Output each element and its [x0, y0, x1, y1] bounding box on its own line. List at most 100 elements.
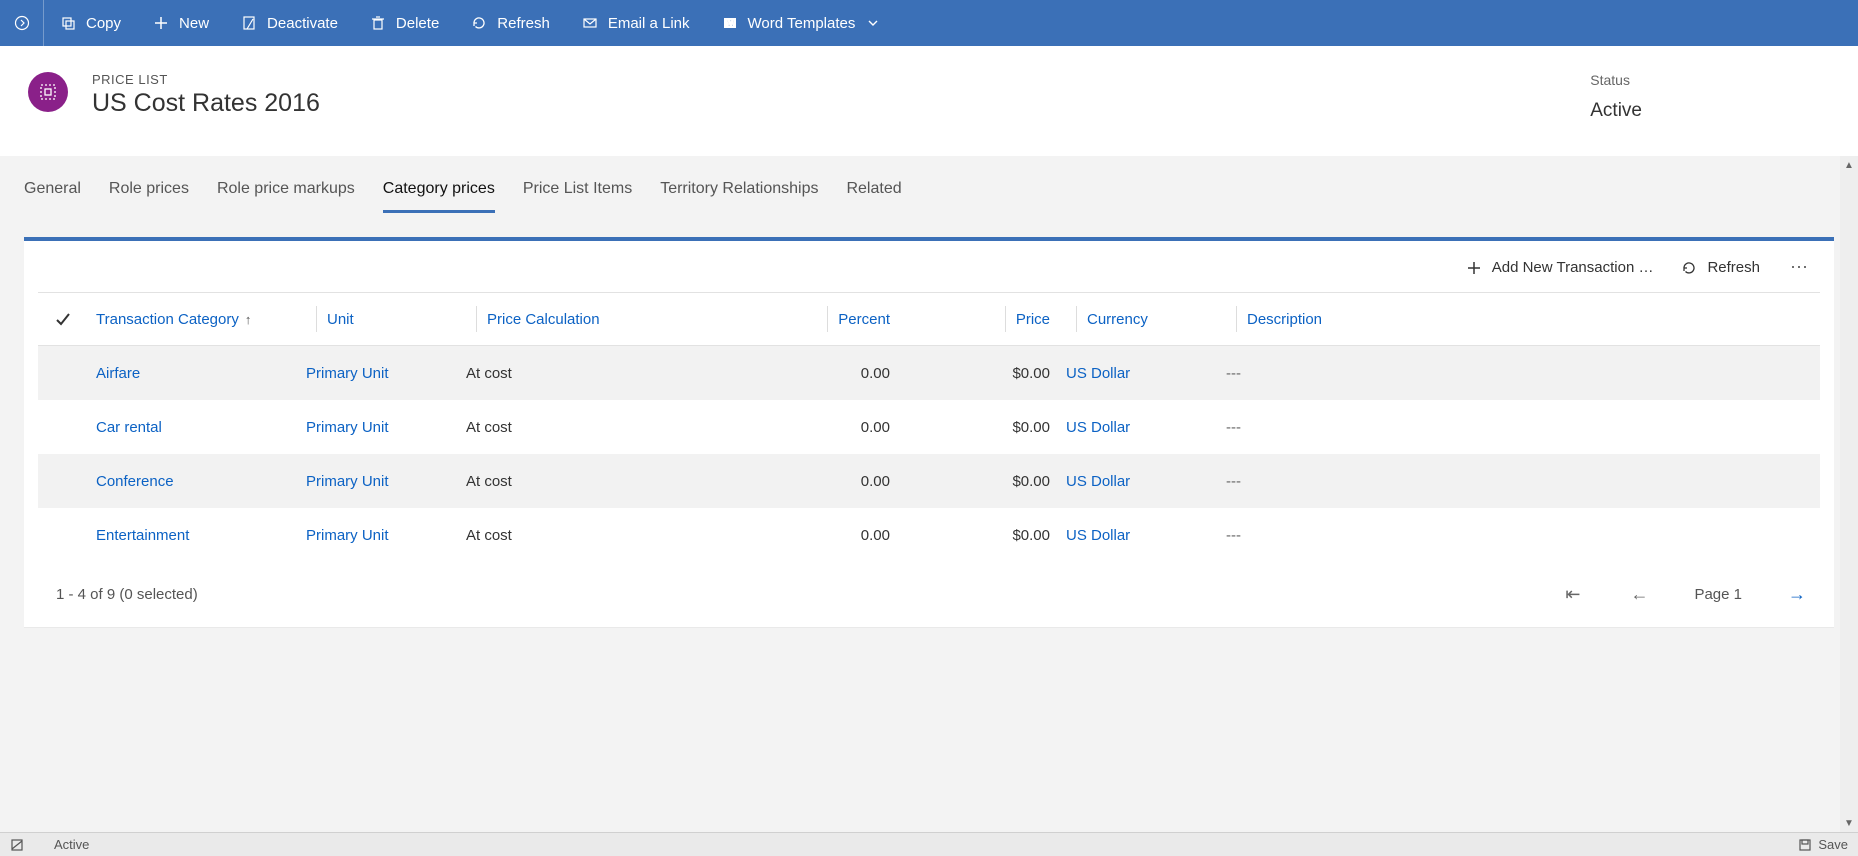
- table-row[interactable]: Airfare Primary Unit At cost 0.00 $0.00 …: [38, 346, 1820, 400]
- sort-ascending-icon: ↑: [245, 312, 252, 327]
- unit-link[interactable]: Primary Unit: [306, 365, 389, 382]
- add-new-transaction-label: Add New Transaction …: [1492, 259, 1654, 276]
- email-link-button[interactable]: Email a Link: [566, 0, 706, 46]
- currency-link[interactable]: US Dollar: [1066, 527, 1130, 544]
- content-area: ▲ ▼ General Role prices Role price marku…: [0, 156, 1858, 832]
- transaction-category-link[interactable]: Airfare: [96, 365, 140, 382]
- pager-prev-button[interactable]: ←: [1626, 584, 1652, 605]
- refresh-label: Refresh: [497, 15, 550, 32]
- deactivate-icon: [241, 15, 257, 31]
- delete-button[interactable]: Delete: [354, 0, 455, 46]
- status-bar-left: Active: [10, 837, 89, 852]
- add-new-transaction-button[interactable]: Add New Transaction …: [1466, 259, 1654, 276]
- grid-toolbar: Add New Transaction … Refresh ⋯: [38, 241, 1820, 292]
- tab-territory-relationships[interactable]: Territory Relationships: [660, 174, 818, 213]
- price-calculation-value: At cost: [466, 527, 512, 544]
- grid-refresh-button[interactable]: Refresh: [1681, 259, 1760, 276]
- column-percent[interactable]: Percent: [738, 306, 898, 332]
- save-button[interactable]: Save: [1798, 837, 1848, 852]
- currency-link[interactable]: US Dollar: [1066, 365, 1130, 382]
- unit-link[interactable]: Primary Unit: [306, 527, 389, 544]
- refresh-button[interactable]: Refresh: [455, 0, 566, 46]
- column-price-calculation[interactable]: Price Calculation: [458, 306, 738, 332]
- currency-link[interactable]: US Dollar: [1066, 473, 1130, 490]
- grid-header-row: Transaction Category ↑ Unit Price Calcul…: [38, 292, 1820, 346]
- status-field-value: Active: [1590, 100, 1642, 122]
- chevron-down-icon: [865, 15, 881, 31]
- tab-role-prices[interactable]: Role prices: [109, 174, 189, 213]
- description-value: ---: [1226, 365, 1241, 382]
- pager-next-button[interactable]: →: [1784, 584, 1810, 605]
- status-bar-status-text: Active: [54, 837, 89, 852]
- description-value: ---: [1226, 527, 1241, 544]
- column-unit[interactable]: Unit: [298, 306, 458, 332]
- price-list-entity-icon: [28, 72, 68, 112]
- column-description[interactable]: Description: [1218, 306, 1820, 332]
- table-row[interactable]: Conference Primary Unit At cost 0.00 $0.…: [38, 454, 1820, 508]
- pager-page-label: Page 1: [1694, 586, 1742, 603]
- price-calculation-value: At cost: [466, 365, 512, 382]
- column-price[interactable]: Price: [898, 306, 1058, 332]
- description-value: ---: [1226, 419, 1241, 436]
- word-templates-label: Word Templates: [748, 15, 856, 32]
- percent-value: 0.00: [861, 527, 890, 544]
- table-row[interactable]: Entertainment Primary Unit At cost 0.00 …: [38, 508, 1820, 562]
- edit-status-icon[interactable]: [10, 838, 24, 852]
- currency-link[interactable]: US Dollar: [1066, 419, 1130, 436]
- tab-related[interactable]: Related: [846, 174, 901, 213]
- grid-more-commands-button[interactable]: ⋯: [1788, 257, 1812, 278]
- vertical-scrollbar[interactable]: ▲ ▼: [1840, 156, 1858, 832]
- grid-body: Airfare Primary Unit At cost 0.00 $0.00 …: [38, 346, 1820, 562]
- transaction-category-link[interactable]: Car rental: [96, 419, 162, 436]
- percent-value: 0.00: [861, 365, 890, 382]
- refresh-icon: [471, 15, 487, 31]
- plus-icon: [1466, 260, 1482, 276]
- column-label: Unit: [316, 306, 354, 332]
- transaction-category-link[interactable]: Entertainment: [96, 527, 189, 544]
- email-icon: [582, 15, 598, 31]
- tab-role-price-markups[interactable]: Role price markups: [217, 174, 355, 213]
- select-all-checkbox[interactable]: [38, 311, 88, 327]
- percent-value: 0.00: [861, 473, 890, 490]
- plus-icon: [153, 15, 169, 31]
- percent-value: 0.00: [861, 419, 890, 436]
- command-bar: Copy New Deactivate Delete Refresh Email…: [0, 0, 1858, 46]
- form-header: PRICE LIST US Cost Rates 2016 Status Act…: [0, 46, 1858, 156]
- word-icon: W: [722, 15, 738, 31]
- price-value: $0.00: [1012, 365, 1050, 382]
- column-label: Price Calculation: [476, 306, 600, 332]
- column-label: Percent: [827, 306, 890, 332]
- tab-general[interactable]: General: [24, 174, 81, 213]
- column-currency[interactable]: Currency: [1058, 306, 1218, 332]
- transaction-category-link[interactable]: Conference: [96, 473, 174, 490]
- deactivate-button[interactable]: Deactivate: [225, 0, 354, 46]
- copy-icon: [60, 15, 76, 31]
- pager-first-button[interactable]: ⇤: [1561, 584, 1584, 605]
- copy-button[interactable]: Copy: [44, 0, 137, 46]
- column-transaction-category[interactable]: Transaction Category ↑: [88, 311, 298, 328]
- page-title: US Cost Rates 2016: [92, 89, 1590, 118]
- tab-strip: General Role prices Role price markups C…: [24, 156, 1834, 213]
- chevron-right-circle-icon: [14, 15, 30, 31]
- price-calculation-value: At cost: [466, 419, 512, 436]
- tab-price-list-items[interactable]: Price List Items: [523, 174, 632, 213]
- command-bar-expand-button[interactable]: [0, 0, 44, 46]
- scroll-down-arrow-icon[interactable]: ▼: [1840, 814, 1858, 832]
- email-link-label: Email a Link: [608, 15, 690, 32]
- status-bar: Active Save: [0, 832, 1858, 856]
- check-icon: [55, 311, 71, 327]
- price-value: $0.00: [1012, 527, 1050, 544]
- save-icon: [1798, 838, 1812, 852]
- column-label: Price: [1005, 306, 1050, 332]
- unit-link[interactable]: Primary Unit: [306, 419, 389, 436]
- price-calculation-value: At cost: [466, 473, 512, 490]
- new-button[interactable]: New: [137, 0, 225, 46]
- delete-label: Delete: [396, 15, 439, 32]
- scroll-up-arrow-icon[interactable]: ▲: [1840, 156, 1858, 174]
- word-templates-button[interactable]: W Word Templates: [706, 0, 898, 46]
- table-row[interactable]: Car rental Primary Unit At cost 0.00 $0.…: [38, 400, 1820, 454]
- column-label: Currency: [1076, 306, 1148, 332]
- status-field-label: Status: [1590, 72, 1642, 88]
- tab-category-prices[interactable]: Category prices: [383, 174, 495, 213]
- unit-link[interactable]: Primary Unit: [306, 473, 389, 490]
